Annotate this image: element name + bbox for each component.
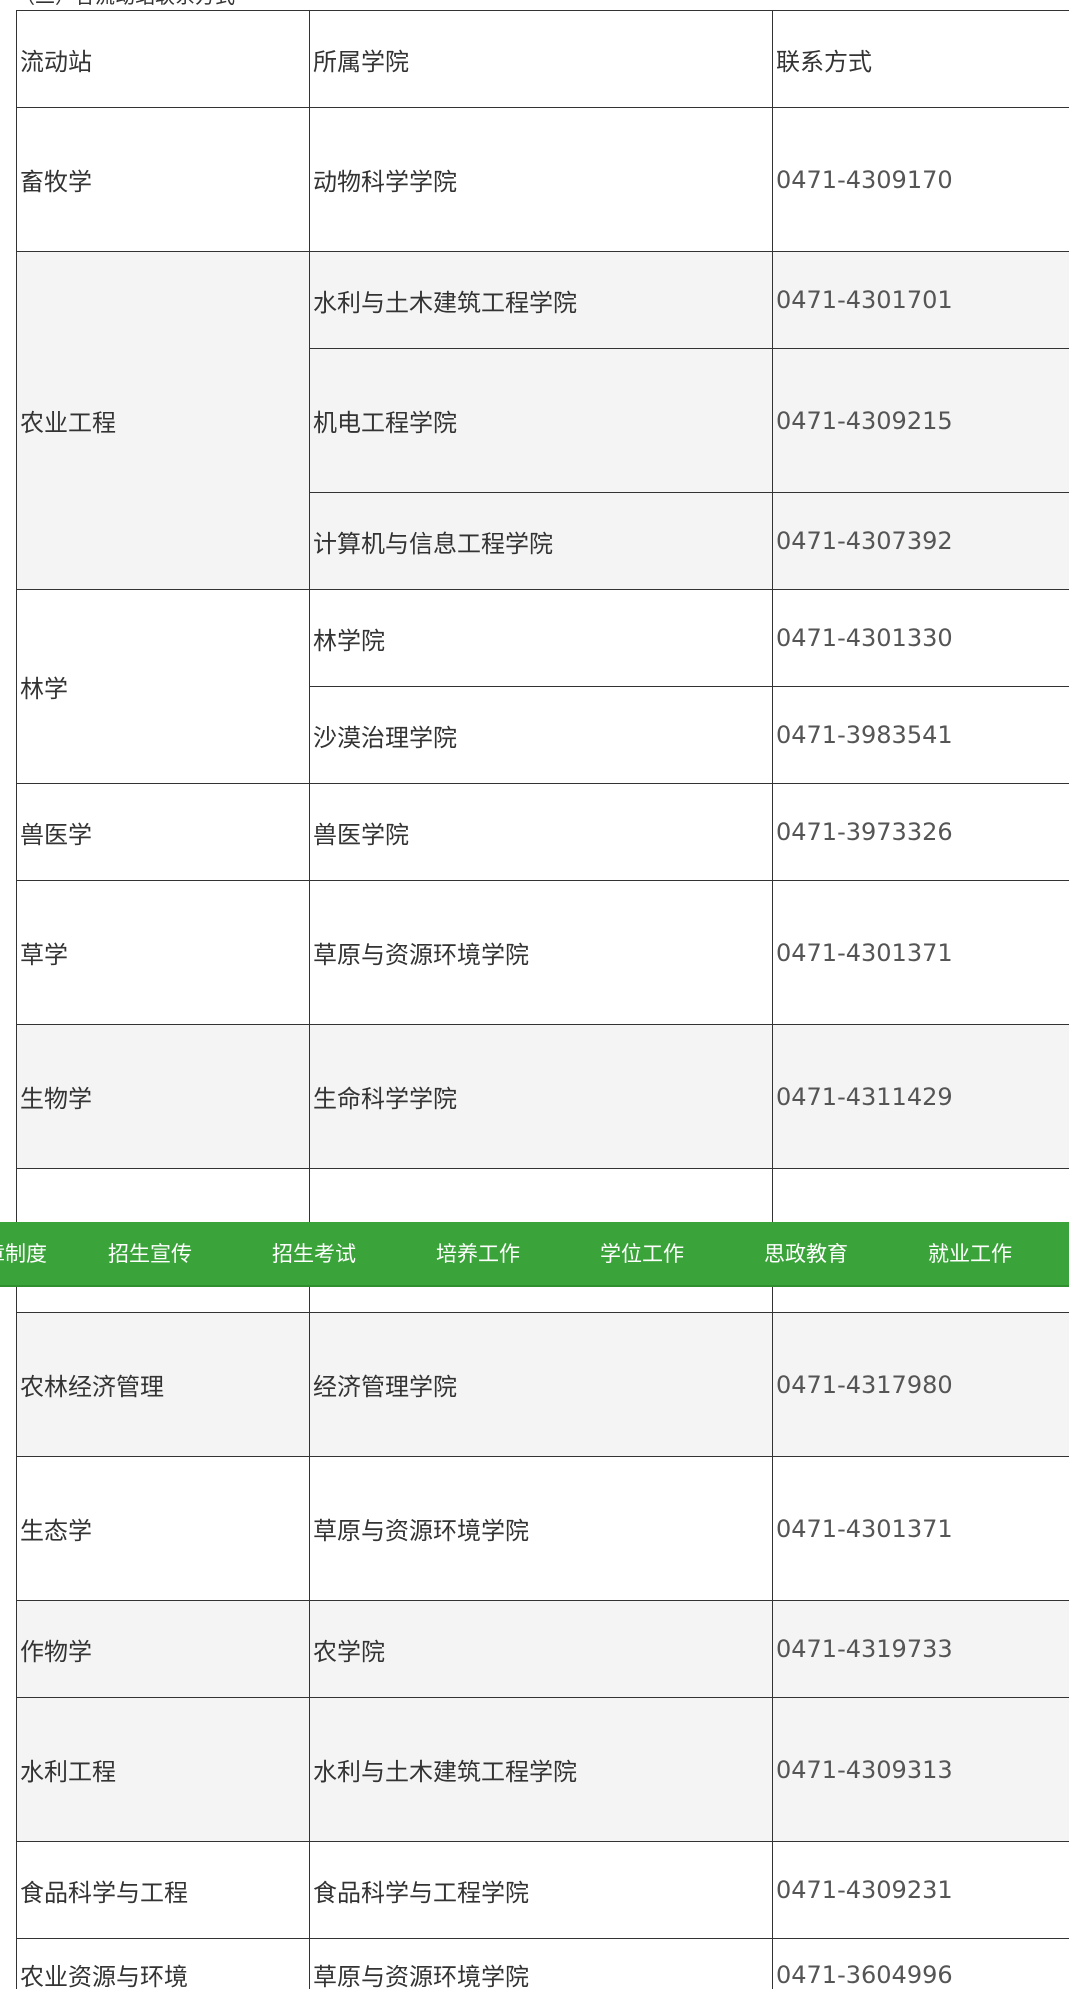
- table-row: 农林经济管理 经济管理学院 0471-4317980: [16, 1312, 1069, 1457]
- phone-cell: 0471-4311429: [772, 1024, 1069, 1169]
- college-cell: 草原与资源环境学院: [309, 1456, 773, 1601]
- station-cell: 草学: [16, 880, 310, 1025]
- main-nav-bar: 规章制度 招生宣传 招生考试 培养工作 学位工作 思政教育 就业工作: [0, 1222, 1069, 1287]
- table-row: 水利工程 水利与土木建筑工程学院 0471-4309313: [16, 1697, 1069, 1842]
- phone-cell: 0471-4301371: [772, 1456, 1069, 1601]
- station-cell: 生态学: [16, 1456, 310, 1601]
- nav-item-regulations[interactable]: 规章制度: [0, 1222, 47, 1287]
- college-cell: 机电工程学院: [309, 348, 773, 493]
- college-cell: 草原与资源环境学院: [309, 1938, 773, 1989]
- station-cell: 林学: [16, 589, 310, 784]
- college-cell: 草原与资源环境学院: [309, 880, 773, 1025]
- phone-cell: 0471-3973326: [772, 783, 1069, 881]
- college-cell: 动物科学学院: [309, 107, 773, 252]
- college-cell: 林学院: [309, 589, 773, 687]
- college-cell: 兽医学院: [309, 783, 773, 881]
- nav-item-training[interactable]: 培养工作: [436, 1222, 520, 1287]
- section-caption: （二）各流动站联系方式: [15, 0, 715, 8]
- nav-item-employment[interactable]: 就业工作: [928, 1222, 1012, 1287]
- phone-cell: 0471-4317980: [772, 1312, 1069, 1457]
- college-cell: 食品科学与工程学院: [309, 1841, 773, 1939]
- table-row: 生态学 草原与资源环境学院 0471-4301371: [16, 1456, 1069, 1601]
- phone-cell: 0471-4301330: [772, 589, 1069, 687]
- table-row: 作物学 农学院 0471-4319733: [16, 1600, 1069, 1698]
- college-cell: 沙漠治理学院: [309, 686, 773, 784]
- phone-cell: 0471-4309215: [772, 348, 1069, 493]
- nav-item-ideological-education[interactable]: 思政教育: [764, 1222, 848, 1287]
- phone-cell: 0471-4301701: [772, 251, 1069, 349]
- station-cell: 水利工程: [16, 1697, 310, 1842]
- phone-cell: 0471-4301371: [772, 880, 1069, 1025]
- college-cell: 水利与土木建筑工程学院: [309, 1697, 773, 1842]
- phone-cell: 0471-4309231: [772, 1841, 1069, 1939]
- table-header-row: 流动站 所属学院 联系方式: [16, 10, 1069, 108]
- college-cell: 水利与土木建筑工程学院: [309, 251, 773, 349]
- station-cell: 农业工程: [16, 251, 310, 590]
- station-cell: 生物学: [16, 1024, 310, 1169]
- stations-contact-table: 流动站 所属学院 联系方式 畜牧学 动物科学学院 0471-4309170 农业…: [16, 10, 1069, 1989]
- college-cell: 经济管理学院: [309, 1312, 773, 1457]
- phone-cell: 0471-4309313: [772, 1697, 1069, 1842]
- station-cell: 食品科学与工程: [16, 1841, 310, 1939]
- table-row: 兽医学 兽医学院 0471-3973326: [16, 783, 1069, 881]
- station-cell: 农业资源与环境: [16, 1938, 310, 1989]
- phone-cell: 0471-3983541: [772, 686, 1069, 784]
- station-cell: 农林经济管理: [16, 1312, 310, 1457]
- table-row: 食品科学与工程 食品科学与工程学院 0471-4309231: [16, 1841, 1069, 1939]
- station-cell: 作物学: [16, 1600, 310, 1698]
- table-row: 生物学 生命科学学院 0471-4311429: [16, 1024, 1069, 1169]
- page: （二）各流动站联系方式 流动站 所属学院 联系方式 畜牧学 动物科学学院 047…: [0, 0, 1069, 1989]
- nav-item-admission-exam[interactable]: 招生考试: [272, 1222, 356, 1287]
- header-station: 流动站: [16, 10, 310, 108]
- station-cell: 兽医学: [16, 783, 310, 881]
- phone-cell: 0471-3604996: [772, 1938, 1069, 1989]
- table-row: 农业资源与环境 草原与资源环境学院 0471-3604996: [16, 1938, 1069, 1989]
- station-cell: 畜牧学: [16, 107, 310, 252]
- college-cell: 计算机与信息工程学院: [309, 492, 773, 590]
- college-cell: 生命科学学院: [309, 1024, 773, 1169]
- header-contact: 联系方式: [772, 10, 1069, 108]
- table-row: 畜牧学 动物科学学院 0471-4309170: [16, 107, 1069, 252]
- table-row: 林学 林学院 0471-4301330: [16, 589, 1069, 784]
- header-college: 所属学院: [309, 10, 773, 108]
- table-row: 农业工程 水利与土木建筑工程学院 0471-4301701: [16, 251, 1069, 590]
- phone-cell: 0471-4309170: [772, 107, 1069, 252]
- college-cell: 农学院: [309, 1600, 773, 1698]
- phone-cell: 0471-4307392: [772, 492, 1069, 590]
- nav-item-degree[interactable]: 学位工作: [600, 1222, 684, 1287]
- phone-cell: 0471-4319733: [772, 1600, 1069, 1698]
- table-row: 草学 草原与资源环境学院 0471-4301371: [16, 880, 1069, 1025]
- nav-item-admission-promotion[interactable]: 招生宣传: [108, 1222, 192, 1287]
